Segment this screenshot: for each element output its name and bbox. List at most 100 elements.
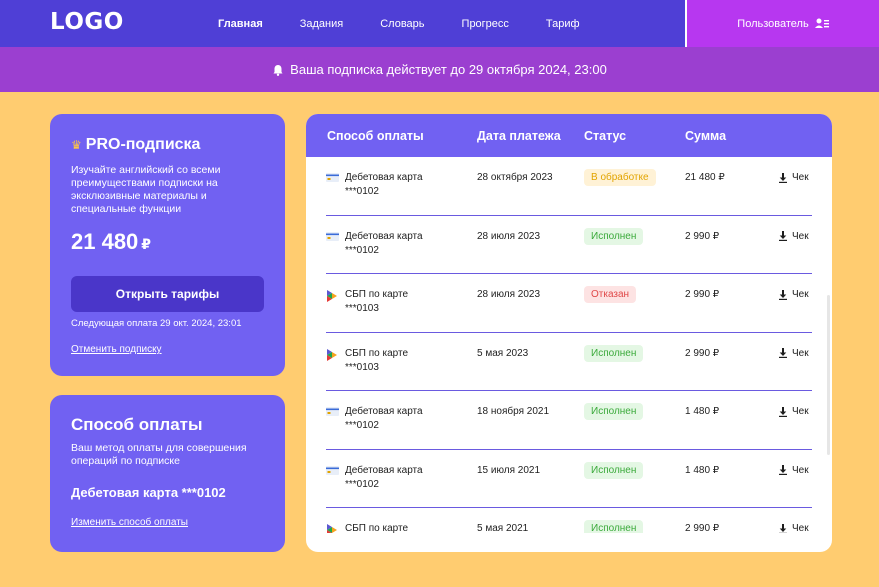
row-date: 5 мая 2023 bbox=[477, 347, 529, 359]
download-receipt-button[interactable]: Чек bbox=[778, 406, 809, 417]
receipt-label: Чек bbox=[792, 406, 809, 417]
row-method-number: ***0102 bbox=[345, 478, 379, 490]
logo[interactable]: LOGO bbox=[50, 9, 124, 35]
row-date: 15 июля 2021 bbox=[477, 464, 541, 476]
download-icon bbox=[778, 406, 788, 417]
row-date: 28 июля 2023 bbox=[477, 230, 541, 242]
table-row: Дебетовая карта ***0102 28 октября 2023 … bbox=[326, 157, 812, 216]
row-sum: 1 480 ₽ bbox=[685, 406, 720, 417]
row-date: 28 октября 2023 bbox=[477, 172, 553, 183]
row-method-number: ***0103 bbox=[345, 303, 379, 314]
pro-card-description: Изучайте английский со всеми преимуществ… bbox=[71, 164, 221, 215]
row-method-number: ***0103 bbox=[345, 361, 379, 373]
row-method-name: Дебетовая карта bbox=[345, 230, 423, 242]
cancel-subscription-link[interactable]: Отменить подписку bbox=[71, 344, 162, 355]
nav-item-dictionary[interactable]: Словарь bbox=[380, 18, 424, 30]
receipt-label: Чек bbox=[792, 347, 809, 359]
table-row: Дебетовая карта ***0102 18 ноября 2021 И… bbox=[326, 391, 812, 450]
table-body[interactable]: Дебетовая карта ***0102 28 октября 2023 … bbox=[306, 157, 832, 533]
status-badge: В обработке bbox=[584, 169, 656, 186]
row-method-name: СБП по карте bbox=[345, 523, 409, 533]
row-method-name: СБП по карте bbox=[345, 347, 409, 359]
nav-item-tariff[interactable]: Тариф bbox=[546, 18, 580, 30]
banner-text: Ваша подписка действует до 29 октября 20… bbox=[290, 62, 607, 77]
price-value: 21 480 bbox=[71, 229, 139, 254]
row-method-name: Дебетовая карта bbox=[345, 172, 423, 183]
download-receipt-button[interactable]: Чек bbox=[778, 289, 809, 300]
sbp-icon bbox=[326, 348, 339, 361]
nav-item-home[interactable]: Главная bbox=[218, 18, 263, 30]
payment-card-name: Дебетовая карта ***0102 bbox=[71, 485, 226, 500]
table-row: Дебетовая карта ***0102 28 июля 2023 Исп… bbox=[326, 216, 812, 274]
download-receipt-button[interactable]: Чек bbox=[778, 172, 809, 183]
pro-card-title-text: PRO-подписка bbox=[85, 136, 201, 153]
status-badge: Отказан bbox=[584, 286, 637, 303]
download-icon bbox=[778, 348, 788, 358]
row-sum: 2 990 ₽ bbox=[685, 347, 720, 359]
sbp-icon bbox=[326, 290, 339, 302]
payments-table: Способ оплаты Дата платежа Статус Сумма … bbox=[306, 114, 832, 552]
row-method-name: СБП по карте bbox=[345, 289, 409, 300]
download-icon bbox=[778, 172, 788, 183]
open-tariffs-button[interactable]: Открыть тарифы bbox=[71, 276, 264, 312]
table-scrollbar[interactable] bbox=[827, 295, 830, 455]
header-method: Способ оплаты bbox=[327, 129, 424, 143]
nav-item-tasks[interactable]: Задания bbox=[300, 18, 343, 30]
table-row: СБП по карте ***0103 28 июля 2023 Отказа… bbox=[326, 274, 812, 333]
header-sum: Сумма bbox=[685, 129, 727, 143]
row-method-name: Дебетовая карта bbox=[345, 406, 423, 417]
status-badge: Исполнен bbox=[584, 461, 644, 479]
card-icon bbox=[326, 465, 339, 475]
row-method: СБП по карте ***0103 bbox=[326, 347, 408, 375]
row-method-number: ***0102 bbox=[345, 244, 379, 256]
download-receipt-button[interactable]: Чек bbox=[778, 348, 809, 359]
crown-icon: ♛ bbox=[71, 138, 82, 152]
bell-icon bbox=[272, 64, 284, 76]
header-status: Статус bbox=[584, 129, 627, 143]
row-method: Дебетовая карта ***0102 bbox=[326, 230, 423, 258]
download-icon bbox=[778, 289, 788, 300]
nav-item-progress[interactable]: Прогресс bbox=[462, 18, 509, 30]
download-icon bbox=[778, 231, 788, 241]
row-sum: 21 480 ₽ bbox=[685, 172, 725, 183]
next-payment-text: Следующая оплата 29 окт. 2024, 23:01 bbox=[71, 318, 242, 329]
user-menu-button[interactable]: Пользователь bbox=[685, 0, 879, 47]
card-icon bbox=[326, 173, 339, 182]
row-method: Дебетовая карта ***0102 bbox=[326, 464, 423, 492]
row-sum: 2 990 ₽ bbox=[685, 523, 720, 533]
user-list-icon bbox=[814, 18, 829, 29]
payment-card-title: Способ оплаты bbox=[71, 415, 203, 434]
row-method-number: ***0102 bbox=[345, 420, 379, 431]
top-navbar: LOGO Главная Задания Словарь Прогресс Та… bbox=[0, 0, 879, 47]
header-date: Дата платежа bbox=[477, 129, 561, 143]
row-sum: 1 480 ₽ bbox=[685, 464, 720, 476]
card-icon bbox=[326, 231, 339, 241]
download-receipt-button[interactable]: Чек bbox=[778, 231, 809, 242]
pro-card-price: 21 480 ₽ bbox=[71, 229, 151, 255]
status-badge: Исполнен bbox=[584, 520, 644, 533]
row-sum: 2 990 ₽ bbox=[685, 230, 720, 242]
receipt-label: Чек bbox=[792, 289, 809, 300]
change-payment-method-link[interactable]: Изменить способ оплаты bbox=[71, 517, 188, 528]
status-badge: Исполнен bbox=[584, 403, 644, 420]
table-row: СБП по карте ***0103 5 мая 2023 Исполнен… bbox=[326, 333, 812, 391]
user-label: Пользователь bbox=[737, 17, 809, 30]
row-method: Дебетовая карта ***0102 bbox=[326, 405, 423, 433]
status-badge: Исполнен bbox=[584, 227, 644, 245]
row-date: 28 июля 2023 bbox=[477, 289, 541, 300]
receipt-label: Чек bbox=[792, 523, 809, 533]
payment-method-card: Способ оплаты Ваш метод оплаты для совер… bbox=[50, 395, 285, 552]
subscription-banner: Ваша подписка действует до 29 октября 20… bbox=[0, 47, 879, 92]
row-date: 5 мая 2021 bbox=[477, 523, 529, 533]
download-icon bbox=[778, 523, 788, 533]
row-method-number: ***0102 bbox=[345, 186, 379, 197]
download-icon bbox=[778, 465, 788, 475]
price-currency: ₽ bbox=[141, 236, 152, 252]
row-method: СБП по карте ***0103 bbox=[326, 522, 408, 533]
download-receipt-button[interactable]: Чек bbox=[778, 523, 809, 533]
table-row: СБП по карте ***0103 5 мая 2021 Исполнен… bbox=[326, 508, 812, 533]
download-receipt-button[interactable]: Чек bbox=[778, 465, 809, 476]
table-row: Дебетовая карта ***0102 15 июля 2021 Исп… bbox=[326, 450, 812, 508]
card-icon bbox=[326, 407, 339, 416]
main-nav: Главная Задания Словарь Прогресс Тариф bbox=[200, 0, 617, 47]
